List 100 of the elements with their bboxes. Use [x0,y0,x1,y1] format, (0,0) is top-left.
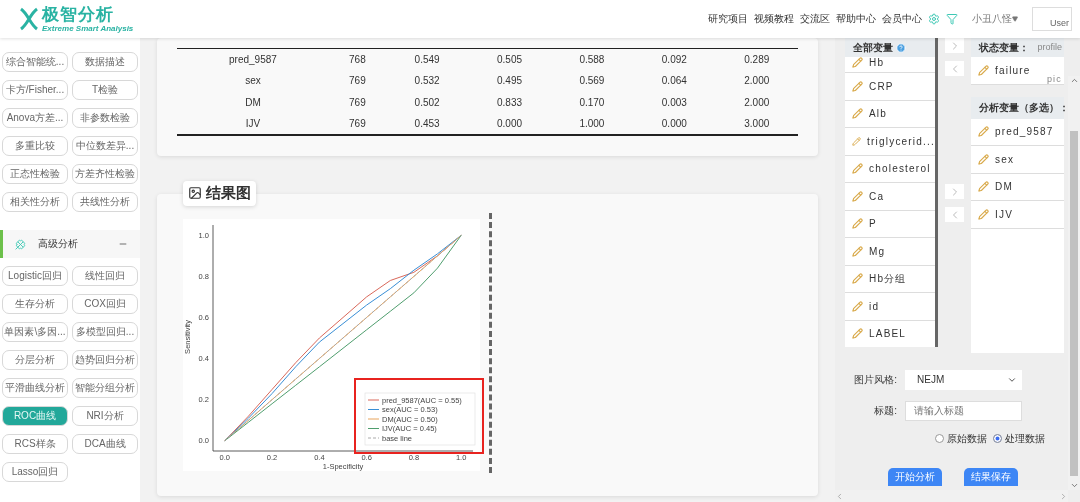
analysis-button[interactable]: 卡方/Fisher... [2,80,68,100]
line-series [224,234,462,441]
analysis-button[interactable]: 趋势回归分析 [72,350,138,370]
radio-label: 原始数据 [947,431,987,446]
pencil-icon [852,80,863,92]
variable-item[interactable]: id [845,293,935,321]
pencil-icon [852,163,863,175]
move-right-button[interactable] [945,38,964,53]
analysis-button[interactable]: T检验 [72,80,138,100]
analysis-button[interactable]: 综合智能统... [2,52,68,72]
field-label: 标题: [873,403,898,418]
analysis-button[interactable]: 分层分析 [2,350,68,370]
scroll-down-icon[interactable] [1069,481,1079,490]
analysis-button[interactable]: 共线性分析 [72,192,138,212]
variable-item[interactable]: CRP [845,73,935,101]
pencil-icon [852,245,863,257]
radio-option[interactable]: 原始数据 [935,431,987,446]
variable-item[interactable]: IJV [971,201,1064,229]
radio-icon[interactable] [993,434,1002,443]
variable-name: cholesterol [869,163,931,175]
analysis-button[interactable]: 中位数差异... [72,136,138,156]
analysis-button[interactable]: 多重比较 [2,136,68,156]
table-cell: 0.289 [715,48,798,70]
variable-name: Alb [869,108,888,120]
nav-link[interactable]: 帮助中心 [836,12,876,26]
avatar-image[interactable]: User [1032,7,1072,31]
section-header[interactable]: 高级分析 [0,230,140,258]
action-button[interactable]: 开始分析 [888,467,942,486]
analysis-button[interactable]: 线性回归 [72,266,138,286]
variable-item[interactable]: sex [971,146,1064,174]
analysis-button[interactable]: 多模型回归... [72,322,138,342]
variable-item[interactable]: Mg [845,238,935,266]
variable-item[interactable]: cholesterol [845,155,935,183]
title-input[interactable]: 请输入标题 [905,400,1022,421]
variable-item[interactable]: Alb [845,100,935,128]
table-cell: 0.000 [633,113,716,135]
user-menu[interactable]: 小丑八怪 [972,12,1018,26]
variable-item[interactable]: Hb分组 [845,265,935,293]
help-icon[interactable] [896,42,906,53]
analysis-button[interactable]: Lasso回归 [2,462,68,482]
broken-image-alt: profile [1037,42,1062,52]
pencil-icon [852,273,863,285]
variable-item[interactable]: LABEL [845,320,935,347]
variable-item[interactable]: P [845,210,935,238]
variable-name: Hb [869,57,885,68]
caret-icon [1012,16,1018,22]
variable-item[interactable]: failure pic [971,57,1064,85]
filter-icon[interactable] [946,13,958,25]
variable-item[interactable]: DM [971,173,1064,201]
variable-item[interactable]: Hb [845,57,935,73]
broken-image-alt: pic [1046,73,1062,84]
radio-icon[interactable] [935,434,944,443]
move-left-button[interactable] [945,207,964,222]
variable-item[interactable]: triglycerid... [845,128,935,156]
table-cell: 0.588 [550,48,634,70]
variable-item[interactable]: pred_9587 [971,118,1064,146]
analysis-button[interactable]: 相关性分析 [2,192,68,212]
table-cell: 0.453 [385,113,469,135]
table-cell-text: 0.170 [578,95,606,110]
style-select[interactable]: NEJM [905,369,1022,390]
variable-item[interactable]: Ca [845,183,935,211]
action-button[interactable]: 结果保存 [964,467,1018,486]
move-left-button[interactable] [945,61,964,76]
list-title: 分析变量（多选）： [979,100,1069,115]
list-title: 状态变量： [979,40,1029,55]
analysis-button[interactable]: COX回归 [72,294,138,314]
analysis-button[interactable]: RCS样条 [2,434,68,454]
table-cell: 1.000 [550,113,634,135]
nav-link[interactable]: 会员中心 [882,12,922,26]
analysis-button[interactable]: 方差齐性检验 [72,164,138,184]
analysis-button[interactable]: 非参数检验 [72,108,138,128]
nav-link[interactable]: 视频教程 [754,12,794,26]
analysis-button[interactable]: 单因素\多因... [2,322,68,342]
table-cell-text: 0.064 [660,74,688,89]
nav-link[interactable]: 研究项目 [708,12,748,26]
analysis-button[interactable]: DCA曲线 [72,434,138,454]
settings-icon[interactable] [928,13,940,25]
analysis-button[interactable]: 生存分析 [2,294,68,314]
analysis-button[interactable]: 数据描述 [72,52,138,72]
analysis-button[interactable]: 平滑曲线分析 [2,378,68,398]
clover-icon [15,238,26,250]
move-right-button[interactable] [945,184,964,199]
table-cell: 3.000 [715,113,798,135]
image-icon [188,186,202,200]
analysis-button[interactable]: 智能分组分析 [72,378,138,398]
nav-link[interactable]: 交流区 [800,12,830,26]
pencil-icon [852,328,863,340]
analysis-button[interactable]: 正态性检验 [2,164,68,184]
table-cell: 768 [328,48,386,70]
variable-name: sex [995,153,1015,165]
scroll-up-icon[interactable] [1069,76,1079,85]
analysis-button[interactable]: NRI分析 [72,406,138,426]
analysis-button[interactable]: Anova方差... [2,108,68,128]
table-cell-text: 0.003 [660,95,688,110]
variable-name: CRP [869,80,894,92]
pencil-icon [852,300,863,312]
radio-option[interactable]: 处理数据 [993,431,1045,446]
analysis-button[interactable]: Logistic回归 [2,266,68,286]
table-cell: 0.549 [385,48,469,70]
pencil-icon [978,208,989,220]
